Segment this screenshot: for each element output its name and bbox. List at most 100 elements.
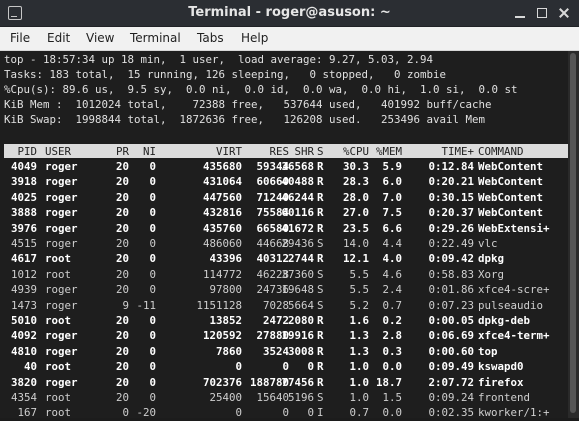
cell-pr: 20 bbox=[115, 252, 129, 266]
cell-mem: 4.4 bbox=[382, 237, 402, 250]
cell-mem: 0.0 bbox=[382, 406, 402, 420]
cell-user: root bbox=[45, 314, 72, 327]
cell-cmd: WebContent bbox=[478, 175, 544, 189]
cell-pid: 4515 bbox=[10, 237, 37, 250]
cell-shr: 5196 bbox=[287, 391, 314, 404]
menu-edit[interactable]: Edit bbox=[47, 31, 70, 45]
cell-virt: 702376 bbox=[202, 375, 242, 389]
mem-line: KiB Mem : 1012024 total, 72388 free, 537… bbox=[4, 98, 492, 111]
cell-pr: 20 bbox=[115, 329, 129, 343]
cell-virt: 432816 bbox=[202, 206, 242, 220]
terminal-output[interactable]: top - 18:57:34 up 18 min, 1 user, load a… bbox=[0, 51, 568, 420]
cell-shr: 19916 bbox=[281, 329, 314, 343]
scrollbar-thumb[interactable] bbox=[570, 53, 576, 413]
cell-mem: 2.8 bbox=[382, 329, 402, 343]
window-title: Terminal - roger@asuson: ~ bbox=[188, 5, 391, 20]
cell-s: S bbox=[317, 267, 324, 281]
cell-time: 0:22.49 bbox=[428, 237, 474, 250]
menu-terminal[interactable]: Terminal bbox=[130, 31, 181, 45]
cell-virt: 447560 bbox=[202, 190, 242, 204]
cell-shr: 2744 bbox=[287, 252, 314, 266]
cell-shr: 0 bbox=[307, 406, 314, 420]
cell-pr: 20 bbox=[115, 237, 129, 250]
cell-cmd: pulseaudio bbox=[478, 298, 544, 312]
cell-s: R bbox=[317, 329, 324, 343]
cell-pid: 3888 bbox=[10, 206, 37, 220]
cell-pr: 20 bbox=[115, 206, 129, 220]
cell-pid: 3976 bbox=[10, 221, 37, 235]
menu-file[interactable]: File bbox=[10, 31, 30, 45]
cell-ni: 0 bbox=[149, 344, 156, 358]
cell-shr: 41672 bbox=[281, 221, 314, 235]
cell-virt: 486060 bbox=[202, 237, 242, 250]
cell-cmd: xfce4-scre+ bbox=[478, 283, 550, 297]
cell-ni: 0 bbox=[149, 190, 156, 204]
cell-cmd: WebContent bbox=[478, 206, 544, 220]
cell-virt: 120592 bbox=[202, 329, 242, 343]
cell-ni: 0 bbox=[149, 175, 156, 189]
title-bar[interactable]: Terminal - roger@asuson: ~ bbox=[0, 0, 579, 27]
cell-s: R bbox=[317, 175, 324, 189]
cell-ni: 0 bbox=[149, 160, 156, 173]
cell-user: roger bbox=[45, 160, 78, 173]
cell-pid: 4939 bbox=[10, 283, 37, 297]
cell-s: S bbox=[317, 391, 324, 404]
cell-ni: 0 bbox=[149, 221, 156, 235]
cell-mem: 1.5 bbox=[382, 391, 402, 404]
scrollbar[interactable] bbox=[568, 51, 579, 418]
cell-time: 0:58.83 bbox=[428, 267, 474, 281]
cell-mem: 0.2 bbox=[382, 314, 402, 327]
cell-s: R bbox=[317, 344, 324, 358]
cell-shr: 37360 bbox=[281, 267, 314, 281]
cell-virt: 43396 bbox=[209, 252, 242, 266]
cell-mem: 2.4 bbox=[382, 283, 402, 297]
cell-s: R bbox=[317, 190, 324, 204]
cell-pr: 20 bbox=[115, 391, 129, 404]
cell-ni: -20 bbox=[136, 406, 156, 420]
menu-help[interactable]: Help bbox=[241, 31, 268, 45]
cell-user: roger bbox=[45, 206, 78, 220]
cell-cmd: dpkg-deb bbox=[478, 314, 531, 327]
cell-s: R bbox=[317, 360, 324, 374]
cell-pid: 5010 bbox=[10, 314, 37, 327]
cell-s: S bbox=[317, 298, 324, 312]
cell-pr: 20 bbox=[115, 344, 129, 358]
cell-user: roger bbox=[45, 329, 78, 343]
close-icon[interactable] bbox=[555, 4, 573, 22]
cell-cmd: WebContent bbox=[478, 190, 544, 204]
cell-s: R bbox=[317, 314, 324, 327]
cell-time: 0:09.49 bbox=[428, 360, 474, 374]
cell-time: 0:30.15 bbox=[428, 190, 474, 204]
cell-pid: 4092 bbox=[10, 329, 37, 343]
cell-pr: 20 bbox=[115, 160, 129, 173]
menu-view[interactable]: View bbox=[86, 31, 114, 45]
cell-cmd: WebContent bbox=[478, 160, 544, 173]
cell-ni: 0 bbox=[149, 267, 156, 281]
cell-time: 0:29.26 bbox=[428, 221, 474, 235]
cell-virt: 431064 bbox=[202, 175, 242, 189]
cell-mem: 4.6 bbox=[382, 267, 402, 281]
cell-pid: 40 bbox=[23, 360, 37, 374]
cell-pid: 4617 bbox=[10, 252, 37, 266]
cell-cmd: firefox bbox=[478, 375, 524, 389]
swap-line: KiB Swap: 1998844 total, 1872636 free, 1… bbox=[4, 113, 486, 126]
cell-time: 0:12.84 bbox=[428, 160, 474, 173]
maximize-icon[interactable] bbox=[533, 4, 551, 22]
cell-user: roger bbox=[45, 344, 78, 358]
col-virt: VIRT bbox=[215, 145, 242, 158]
cell-s: R bbox=[317, 206, 324, 220]
cell-s: R bbox=[317, 160, 324, 173]
minimize-icon[interactable] bbox=[511, 4, 529, 22]
cell-time: 0:02.35 bbox=[428, 406, 474, 420]
cell-mem: 4.0 bbox=[382, 252, 402, 266]
cell-shr: 40488 bbox=[281, 175, 314, 189]
cell-pr: 20 bbox=[115, 267, 129, 281]
cell-ni: 0 bbox=[149, 391, 156, 404]
cell-user: root bbox=[45, 267, 72, 281]
cell-cmd: Xorg bbox=[478, 267, 505, 281]
menu-tabs[interactable]: Tabs bbox=[197, 31, 224, 45]
cell-time: 0:07.23 bbox=[428, 298, 474, 312]
cell-shr: 36568 bbox=[281, 160, 314, 173]
cell-user: roger bbox=[45, 237, 78, 250]
cell-cmd: kworker/1:+ bbox=[478, 406, 550, 420]
